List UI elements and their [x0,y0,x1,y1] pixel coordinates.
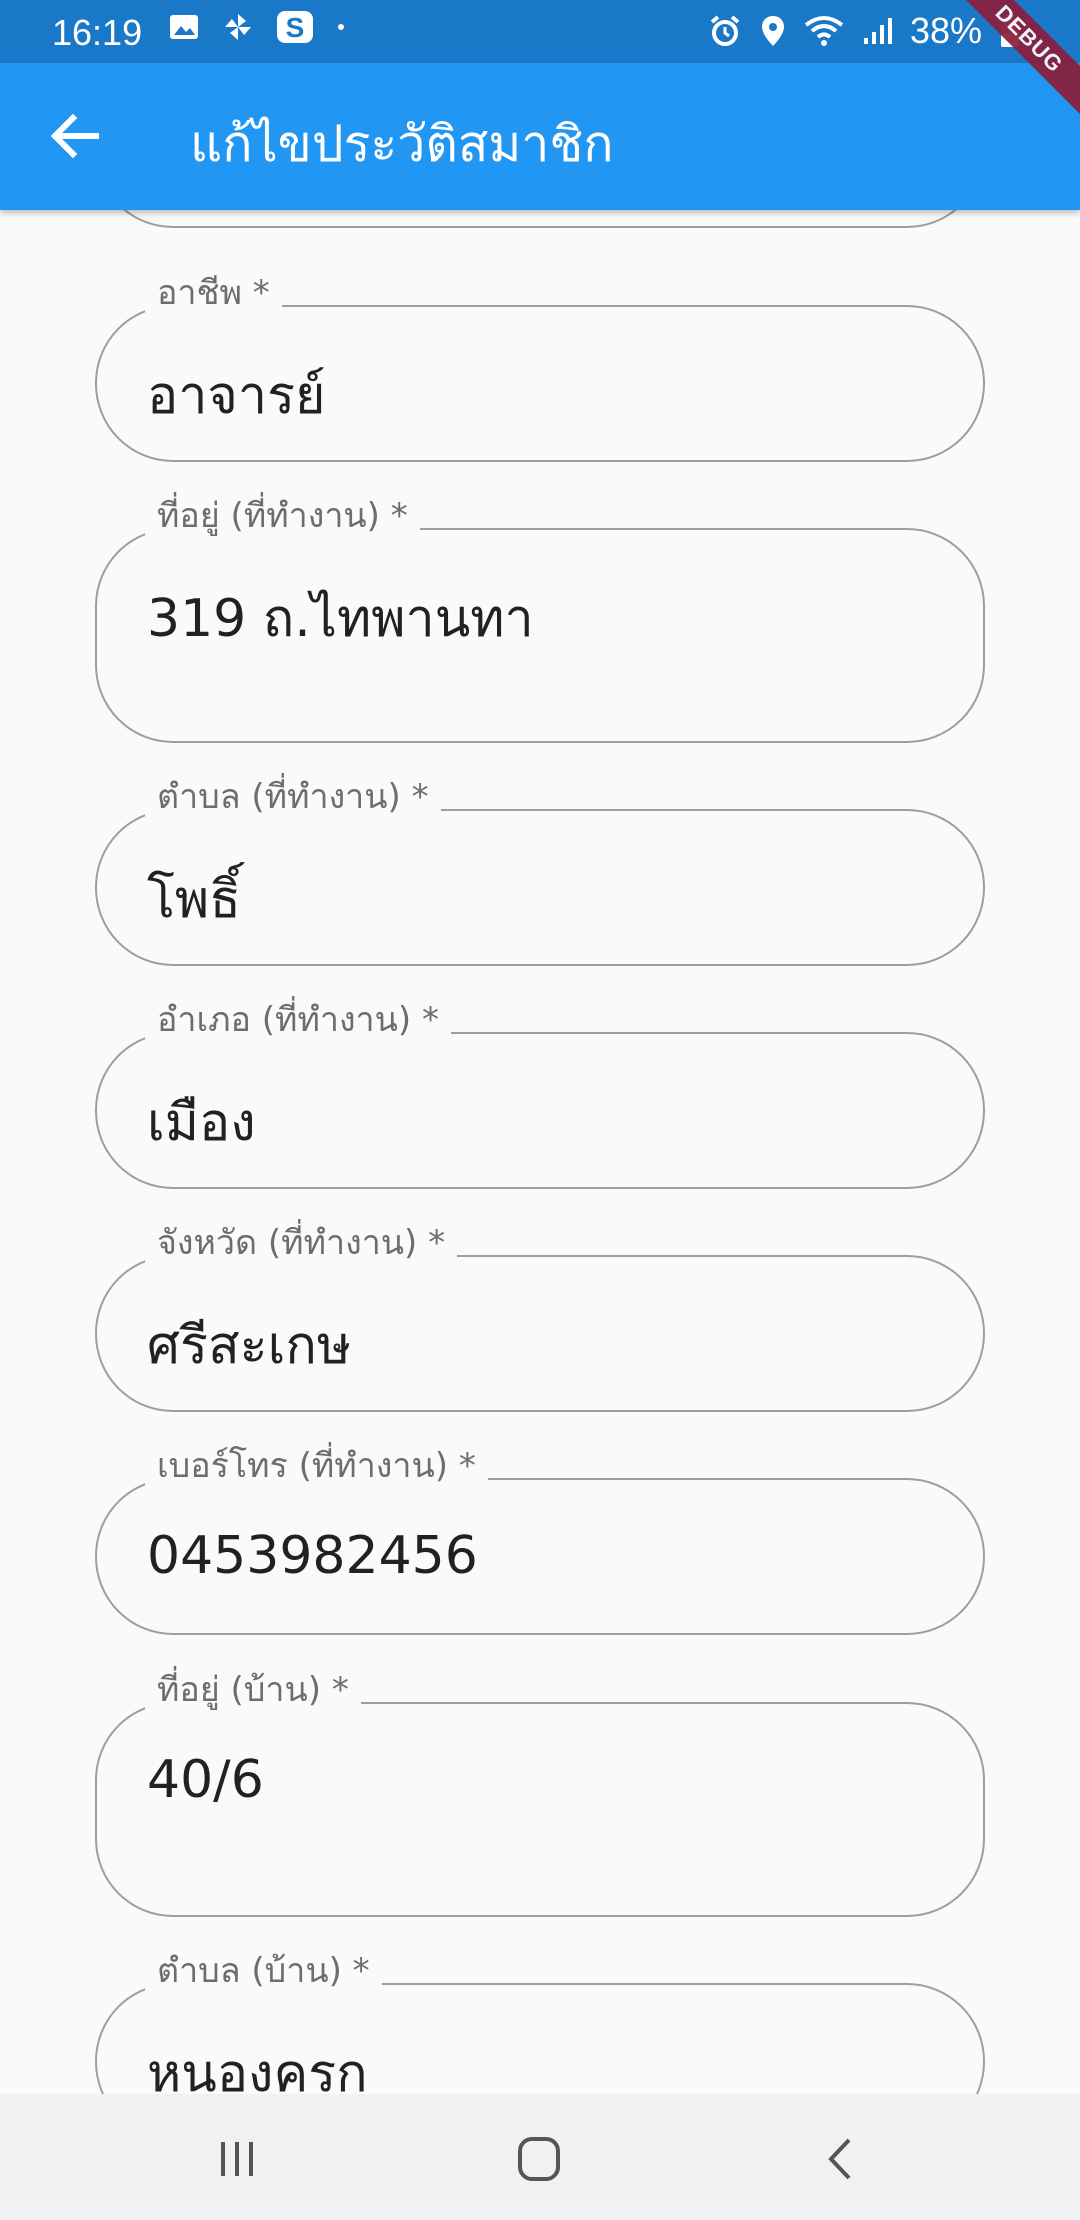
recent-apps-icon[interactable] [207,2134,267,2184]
s-app-icon: S [277,11,313,43]
field-label: ที่อยู่ (บ้าน) * [145,1662,361,1716]
app-bar: แก้ไขประวัติสมาชิก [0,63,1080,210]
field-label: อาชีพ * [145,265,282,319]
work-phone-field[interactable]: เบอร์โทร (ที่ทำงาน) * 0453982456 [95,1438,985,1635]
battery-percentage: 38% [909,10,982,51]
field-label: เบอร์โทร (ที่ทำงาน) * [145,1438,488,1492]
field-value[interactable]: 0453982456 [147,1526,478,1586]
status-icons-right: 38% [708,10,1020,52]
alarm-icon [710,15,740,46]
occupation-field[interactable]: อาชีพ * อาจารย์ [95,265,985,462]
field-value[interactable]: 319 ถ.ไทพานทา [147,576,534,659]
field-label: ตำบล (บ้าน) * [145,1943,382,1997]
status-bar: 16:19 S 38% [0,0,1080,63]
status-time: 16:19 [52,12,143,53]
pinwheel-icon [225,14,251,40]
field-value[interactable]: โพธิ์ [147,857,241,940]
arrow-back-icon[interactable] [40,101,110,171]
field-value[interactable]: ศรีสะเกษ [147,1303,351,1386]
back-icon[interactable] [811,2134,871,2184]
field-label: อำเภอ (ที่ทำงาน) * [145,992,451,1046]
system-nav-bar [0,2094,1080,2220]
work-province-field[interactable]: จังหวัด (ที่ทำงาน) * ศรีสะเกษ [95,1215,985,1412]
field-outline [95,210,985,228]
status-icons-left: S [168,10,346,44]
signal-icon [863,18,892,44]
home-address-field[interactable]: ที่อยู่ (บ้าน) * 40/6 [95,1662,985,1917]
work-address-field[interactable]: ที่อยู่ (ที่ทำงาน) * 319 ถ.ไทพานทา [95,488,985,743]
field-value[interactable]: 40/6 [147,1750,264,1810]
home-subdistrict-field[interactable]: ตำบล (บ้าน) * หนองครก [95,1943,985,2094]
home-icon[interactable] [509,2134,569,2184]
field-label: ที่อยู่ (ที่ทำงาน) * [145,488,420,542]
location-icon [761,16,784,46]
work-subdistrict-field[interactable]: ตำบล (ที่ทำงาน) * โพธิ์ [95,769,985,966]
page-title: แก้ไขประวัติสมาชิก [190,115,614,173]
dot-icon [338,24,344,30]
wifi-icon [804,16,844,46]
svg-text:S: S [286,12,305,43]
image-icon [170,15,198,39]
field-value[interactable]: เมือง [147,1080,256,1163]
field-previous-partial[interactable] [95,210,985,228]
field-value[interactable]: หนองครก [147,2031,368,2094]
form-scroll-area[interactable]: อาชีพ * อาจารย์ ที่อยู่ (ที่ทำงาน) * 319… [0,210,1080,2094]
field-value[interactable]: อาจารย์ [147,353,326,436]
field-label: จังหวัด (ที่ทำงาน) * [145,1215,458,1269]
field-label: ตำบล (ที่ทำงาน) * [145,769,441,823]
work-district-field[interactable]: อำเภอ (ที่ทำงาน) * เมือง [95,992,985,1189]
